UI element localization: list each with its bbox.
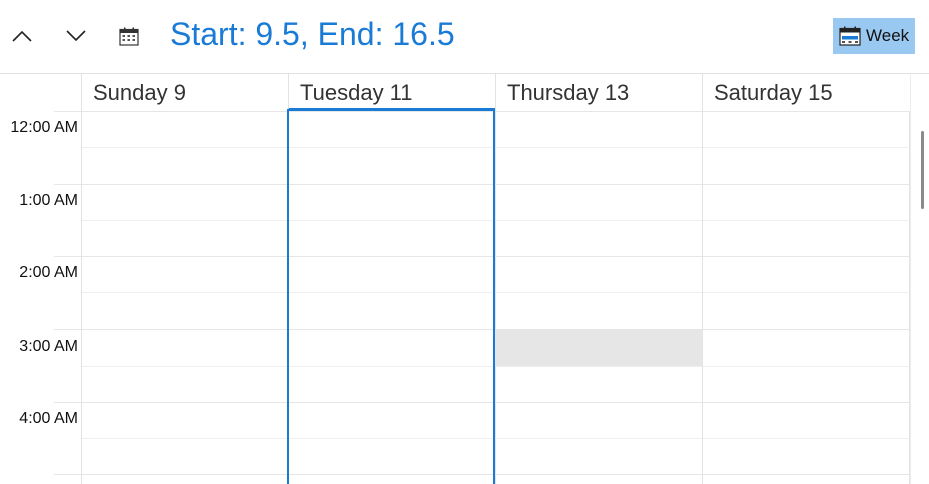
calendar-icon	[119, 27, 139, 46]
vertical-scrollbar[interactable]	[910, 74, 929, 484]
highlighted-time-slot[interactable]	[495, 330, 702, 366]
next-button[interactable]	[58, 18, 94, 54]
day-column-divider	[702, 111, 703, 484]
selected-day-column[interactable]	[287, 109, 495, 484]
view-selector-label: Week	[866, 26, 910, 45]
day-header-sunday[interactable]: Sunday 9	[81, 74, 288, 111]
date-picker-button[interactable]	[111, 18, 147, 54]
time-label-2am: 2:00 AM	[19, 264, 78, 281]
day-column-divider	[495, 111, 496, 484]
week-view-icon	[839, 26, 861, 46]
week-view-grid: Sunday 9 Tuesday 11 Thursday 13 Saturday…	[0, 73, 929, 484]
day-column-divider	[81, 111, 82, 484]
chevron-down-icon	[66, 30, 86, 42]
scheduler-toolbar: Start: 9.5, End: 16.5 Week	[0, 0, 929, 73]
scrollbar-thumb[interactable]	[921, 131, 924, 209]
time-label-3am: 3:00 AM	[19, 338, 78, 355]
time-label-4am: 4:00 AM	[19, 410, 78, 427]
day-header-thursday[interactable]: Thursday 13	[495, 74, 702, 111]
day-header-tuesday[interactable]: Tuesday 11	[288, 74, 495, 111]
time-label-1am: 1:00 AM	[19, 192, 78, 209]
day-header-row: Sunday 9 Tuesday 11 Thursday 13 Saturday…	[0, 74, 910, 111]
day-header-saturday[interactable]: Saturday 15	[702, 74, 910, 111]
time-ruler: 12:00 AM 1:00 AM 2:00 AM 3:00 AM 4:00 AM	[0, 111, 81, 484]
visible-range-title: Start: 9.5, End: 16.5	[170, 16, 455, 52]
time-slot-grid[interactable]	[54, 109, 910, 484]
view-selector-button[interactable]: Week	[833, 18, 915, 54]
previous-button[interactable]	[4, 18, 40, 54]
chevron-up-icon	[12, 30, 32, 42]
time-label-12am: 12:00 AM	[10, 119, 78, 136]
